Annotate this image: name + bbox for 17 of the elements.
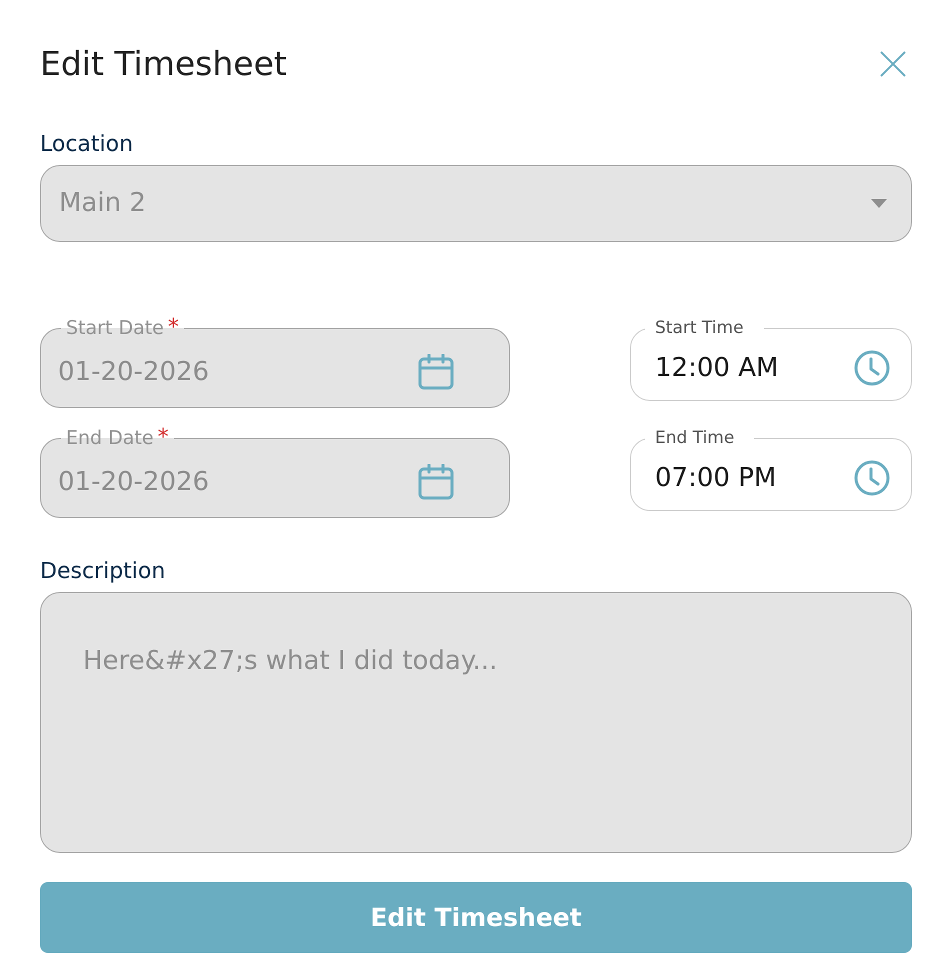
field-label: Description — [40, 558, 166, 586]
close-icon — [880, 51, 906, 77]
required-mark: * — [158, 427, 169, 449]
time-input[interactable]: 07:00 PM — [655, 458, 844, 498]
dialog-title: Edit Timesheet — [40, 44, 287, 84]
caret-icon — [871, 199, 887, 208]
field-label: Start Date — [66, 316, 164, 340]
submit-button[interactable]: Edit Timesheet — [40, 882, 912, 953]
clock-icon[interactable] — [854, 460, 890, 496]
field-label: Location — [40, 131, 134, 159]
field-label: End Time — [655, 428, 734, 448]
field-label: Start Time — [655, 318, 744, 338]
required-mark: * — [168, 317, 179, 339]
field-label: End Date — [66, 426, 154, 450]
clock-icon[interactable] — [854, 350, 890, 386]
close-button[interactable] — [880, 51, 906, 77]
time-input[interactable]: 12:00 AM — [655, 348, 844, 388]
